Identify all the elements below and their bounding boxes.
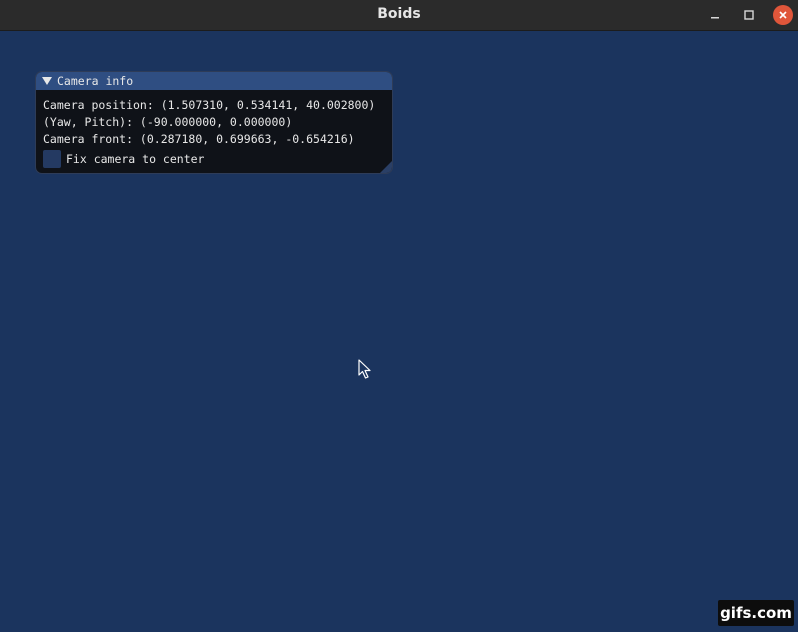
- close-button[interactable]: [772, 4, 794, 26]
- close-icon: [779, 11, 787, 19]
- yaw-pitch-text: (Yaw, Pitch): (-90.000000, 0.000000): [43, 115, 293, 129]
- camera-front-text: Camera front: (0.287180, 0.699663, -0.65…: [43, 132, 355, 146]
- triangle-down-icon[interactable]: [42, 76, 52, 86]
- minimize-button[interactable]: [704, 4, 726, 26]
- title-bar[interactable]: Boids: [0, 0, 798, 31]
- minimize-icon: [711, 17, 719, 19]
- maximize-button[interactable]: [738, 4, 760, 26]
- app-window: Boids Camera info Camera position: (1.50…: [0, 0, 798, 632]
- watermark-text: gifs.com: [720, 604, 792, 622]
- resize-grip-icon[interactable]: [380, 161, 392, 173]
- panel-header[interactable]: Camera info: [36, 72, 392, 90]
- camera-position-text: Camera position: (1.507310, 0.534141, 40…: [43, 98, 376, 112]
- fix-camera-checkbox[interactable]: [43, 150, 61, 168]
- fix-camera-label[interactable]: Fix camera to center: [66, 152, 204, 166]
- panel-title: Camera info: [57, 74, 134, 88]
- window-title: Boids: [377, 6, 421, 22]
- maximize-icon: [744, 10, 754, 20]
- close-circle: [773, 5, 793, 25]
- mouse-cursor-icon: [358, 359, 371, 379]
- watermark-badge: gifs.com: [718, 600, 794, 626]
- camera-info-panel[interactable]: Camera info Camera position: (1.507310, …: [35, 71, 393, 174]
